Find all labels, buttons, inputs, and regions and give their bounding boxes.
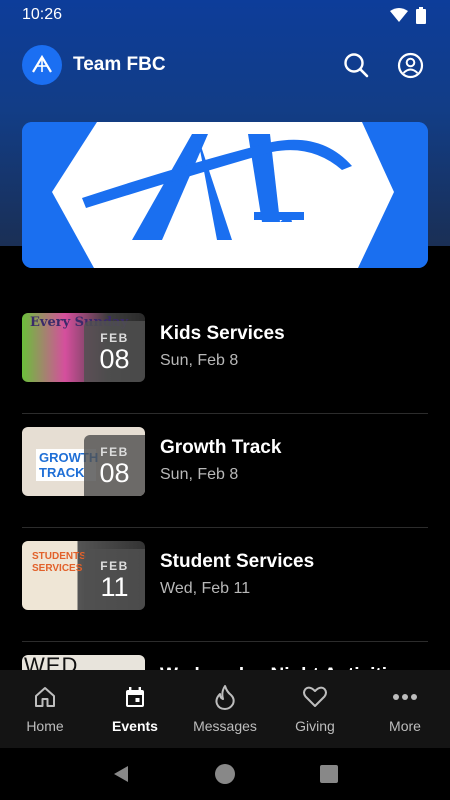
more-icon [393, 694, 417, 700]
system-nav-bar [0, 748, 450, 800]
date-month: FEB [100, 330, 129, 345]
nav-messages[interactable]: Messages [180, 670, 270, 748]
event-item-kids-services[interactable]: Every Sunday FEB 08 Kids Services Sun, F… [22, 300, 428, 414]
bridge-logo-image [22, 122, 428, 268]
event-item-student-services[interactable]: STUDENTS SERVICES FEB 11 Student Service… [22, 528, 428, 642]
date-day: 08 [99, 343, 130, 374]
nav-label: Events [112, 718, 158, 734]
event-date: Sun, Feb 8 [160, 352, 239, 369]
date-month: FEB [100, 444, 129, 459]
nav-label: Messages [193, 718, 257, 734]
home-circle-icon[interactable] [214, 763, 236, 785]
search-icon [344, 53, 369, 78]
back-icon[interactable] [112, 764, 130, 784]
nav-label: Home [26, 718, 64, 734]
event-thumbnail: STUDENTS SERVICES FEB 11 [22, 541, 145, 610]
battery-icon [416, 6, 426, 24]
bottom-nav: Home Events Messages Giving More [0, 670, 450, 748]
nav-events[interactable]: Events [90, 670, 180, 748]
search-button[interactable] [338, 47, 374, 83]
status-bar: 10:26 [0, 0, 450, 30]
logo-icon [32, 54, 52, 73]
event-date: Wed, Feb 11 [160, 580, 251, 597]
recents-icon[interactable] [320, 765, 338, 783]
home-icon [35, 687, 55, 707]
event-thumbnail: GROWTH TRACK FEB 08 [22, 427, 145, 496]
date-badge: FEB 11 [84, 549, 145, 610]
status-icons [390, 6, 426, 24]
event-date: Sun, Feb 8 [160, 466, 239, 483]
thumbnail-text: STUDENTS SERVICES [32, 551, 86, 574]
heart-icon [303, 686, 327, 707]
app-title: Team FBC [73, 54, 166, 75]
event-title: Student Services [160, 551, 315, 572]
flame-icon [215, 685, 235, 710]
profile-button[interactable] [392, 47, 428, 83]
nav-home[interactable]: Home [0, 670, 90, 748]
nav-label: Giving [295, 718, 335, 734]
event-item-growth-track[interactable]: GROWTH TRACK FEB 08 Growth Track Sun, Fe… [22, 414, 428, 528]
account-icon [397, 52, 423, 78]
event-title: Kids Services [160, 323, 285, 344]
date-badge: FEB 08 [84, 321, 145, 382]
date-badge: FEB 08 [84, 435, 145, 496]
calendar-icon [126, 687, 144, 707]
church-logo[interactable] [22, 45, 62, 85]
hero-banner[interactable] [22, 122, 428, 268]
date-month: FEB [100, 558, 129, 573]
nav-more[interactable]: More [360, 670, 450, 748]
date-day: 11 [100, 571, 129, 602]
date-day: 08 [99, 457, 130, 488]
nav-label: More [389, 718, 421, 734]
nav-giving[interactable]: Giving [270, 670, 360, 748]
status-time: 10:26 [22, 6, 63, 23]
wifi-icon [390, 8, 408, 22]
event-thumbnail: Every Sunday FEB 08 [22, 313, 145, 382]
app-header: Team FBC [0, 40, 450, 90]
event-title: Growth Track [160, 437, 282, 458]
